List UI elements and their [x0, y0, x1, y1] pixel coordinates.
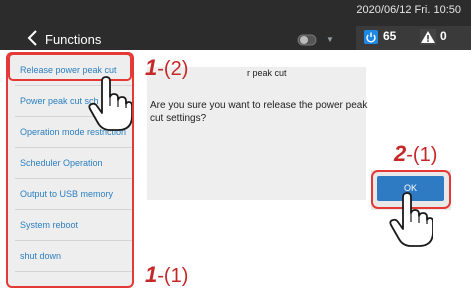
menu-item-scheduler-operation[interactable]: Scheduler Operation: [15, 148, 133, 179]
step-2-sub-1: (1): [412, 144, 438, 166]
menu-item-system-reboot[interactable]: System reboot: [15, 210, 133, 241]
hand-pointer-icon: [389, 192, 433, 247]
step-1-1-annotation: 1-(1): [145, 262, 188, 288]
warning-count: 0: [440, 29, 447, 43]
confirm-dialog: [147, 67, 366, 200]
toggle-dropdown-caret[interactable]: ▼: [326, 35, 334, 44]
step-1-sub-2: (2): [163, 58, 189, 80]
chevron-left-icon[interactable]: [25, 28, 41, 48]
hand-pointer-icon: [88, 76, 132, 131]
power-icon: [364, 30, 378, 44]
power-count: 65: [383, 29, 397, 43]
step-dash: -: [406, 144, 413, 166]
step-1-2-annotation: 1-(2): [145, 55, 188, 81]
dialog-message: Are you sure you want to release the pow…: [150, 100, 368, 124]
step-1-number: 1: [145, 55, 158, 80]
warning-icon: [420, 29, 436, 45]
step-1-number: 1: [145, 262, 158, 287]
step-2-number: 2: [394, 141, 407, 166]
step-dash: -: [157, 58, 164, 80]
menu-item-shut-down[interactable]: shut down: [15, 241, 133, 272]
step-1-sub-1: (1): [163, 265, 189, 287]
toggle-icon[interactable]: [297, 34, 317, 46]
menu-item-output-usb[interactable]: Output to USB memory: [15, 179, 133, 210]
step-dash: -: [157, 265, 164, 287]
page-title: Functions: [45, 32, 102, 47]
dialog-title: r peak cut: [247, 68, 287, 78]
datetime-display: 2020/06/12 Fri. 10:50: [356, 4, 461, 16]
step-2-1-annotation: 2-(1): [394, 141, 437, 167]
